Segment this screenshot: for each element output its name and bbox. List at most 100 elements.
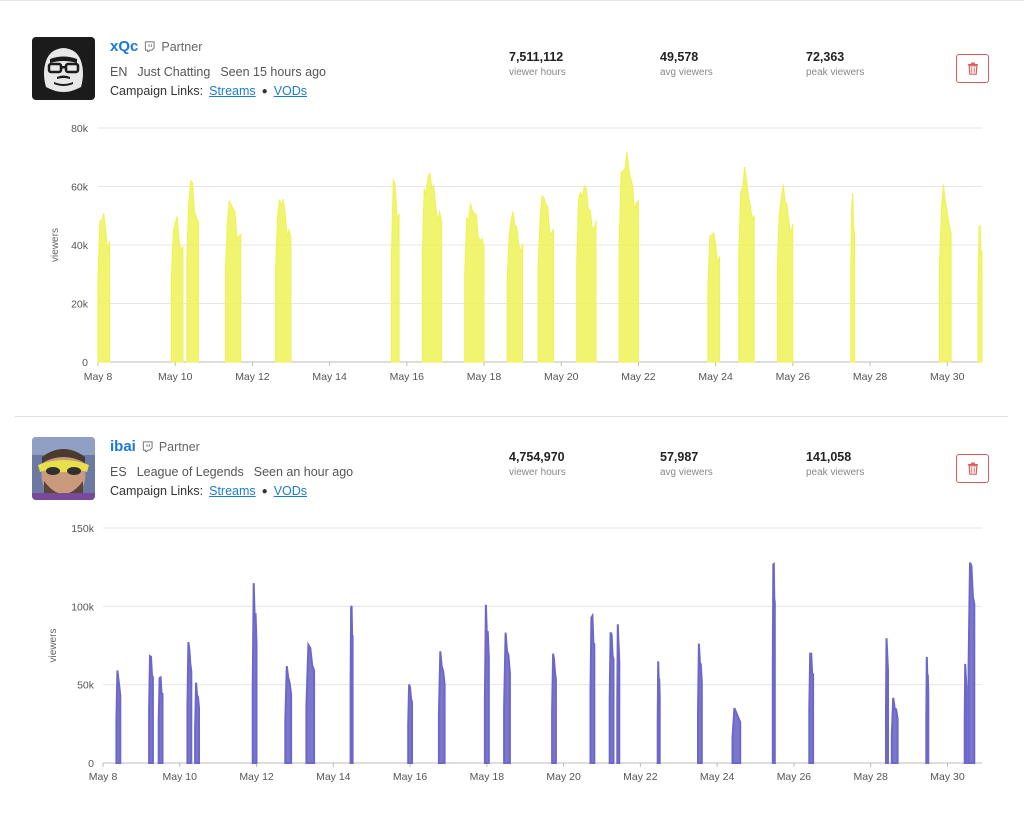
- stat-peak-viewers: 141,058 peak viewers: [806, 450, 864, 478]
- stat-value: 141,058: [806, 450, 852, 464]
- x-tick-label: May 18: [467, 371, 502, 383]
- stream-session-area[interactable]: [885, 638, 889, 764]
- campaign-links-label: Campaign Links:: [110, 84, 204, 98]
- x-tick-label: May 8: [89, 771, 118, 783]
- x-tick-label: May 8: [84, 371, 113, 383]
- stream-session-area[interactable]: [618, 151, 639, 363]
- stream-session-area[interactable]: [305, 641, 316, 764]
- stream-session-area[interactable]: [731, 707, 742, 764]
- stat-value: 57,987: [660, 450, 699, 464]
- stream-session-area[interactable]: [349, 605, 354, 764]
- stream-session-area[interactable]: [97, 213, 111, 363]
- stream-session-area[interactable]: [977, 224, 983, 363]
- stream-session-area[interactable]: [776, 184, 794, 363]
- panel-divider: [15, 416, 1008, 417]
- stream-session-area[interactable]: [589, 612, 596, 764]
- stat-value: 49,578: [660, 50, 699, 64]
- delete-button[interactable]: [956, 54, 989, 83]
- stat-label: peak viewers: [806, 67, 865, 78]
- stream-session-area[interactable]: [551, 653, 557, 764]
- stat-label: viewer hours: [509, 67, 566, 78]
- stream-session-area[interactable]: [148, 654, 154, 764]
- stream-session-area[interactable]: [608, 632, 615, 764]
- stream-session-area[interactable]: [939, 184, 952, 363]
- y-tick-label: 40k: [71, 240, 89, 252]
- streams-link[interactable]: Streams: [209, 84, 256, 98]
- streams-link[interactable]: Streams: [209, 484, 256, 498]
- y-tick-label: 100k: [71, 601, 95, 613]
- stream-session-area[interactable]: [808, 652, 815, 764]
- stream-session-area[interactable]: [771, 562, 776, 764]
- campaign-links: Campaign Links: Streams ● VODs: [110, 84, 307, 98]
- stat-value: 7,511,112: [509, 50, 564, 64]
- stream-session-area[interactable]: [275, 198, 292, 363]
- stat-viewer-hours: 4,754,970 viewer hours: [509, 450, 566, 478]
- stream-session-area[interactable]: [967, 562, 976, 764]
- stream-session-area[interactable]: [194, 682, 200, 764]
- trash-icon: [967, 62, 978, 75]
- separator-dot: ●: [261, 485, 268, 497]
- streamer-name[interactable]: xQc: [110, 38, 138, 55]
- y-tick-label: 150k: [71, 523, 95, 535]
- stream-session-area[interactable]: [506, 211, 524, 363]
- stream-session-area[interactable]: [707, 231, 720, 363]
- x-tick-label: May 24: [698, 371, 733, 383]
- name-row: ibai Partner: [110, 438, 200, 455]
- stream-session-area[interactable]: [503, 632, 511, 764]
- stream-session-area[interactable]: [437, 651, 446, 764]
- stat-avg-viewers: 57,987 avg viewers: [660, 450, 713, 478]
- y-tick-label: 50k: [77, 680, 95, 692]
- stream-session-area[interactable]: [186, 641, 193, 764]
- stream-session-area[interactable]: [925, 656, 930, 764]
- stream-session-area[interactable]: [251, 583, 258, 764]
- stream-session-area[interactable]: [963, 663, 968, 764]
- stream-session-area[interactable]: [738, 167, 755, 363]
- y-tick-label: 20k: [71, 299, 89, 311]
- stream-session-area[interactable]: [890, 697, 899, 764]
- partner-badge: Partner: [161, 39, 203, 54]
- y-tick-label: 0: [88, 758, 94, 770]
- delete-button[interactable]: [956, 454, 989, 483]
- x-tick-label: May 24: [700, 771, 735, 783]
- stream-session-area[interactable]: [537, 194, 554, 363]
- stream-session-area[interactable]: [407, 684, 413, 764]
- language: EN: [110, 65, 128, 79]
- stat-viewer-hours: 7,511,112 viewer hours: [509, 50, 566, 78]
- x-tick-label: May 28: [853, 771, 888, 783]
- vods-link[interactable]: VODs: [274, 84, 307, 98]
- x-tick-label: May 10: [158, 371, 193, 383]
- stream-session-area[interactable]: [390, 178, 400, 363]
- stream-session-area[interactable]: [483, 604, 490, 764]
- x-tick-label: May 10: [163, 771, 198, 783]
- stat-label: avg viewers: [660, 467, 713, 478]
- x-tick-label: May 28: [853, 371, 888, 383]
- stream-session-area[interactable]: [224, 199, 242, 363]
- stream-session-area[interactable]: [284, 665, 293, 764]
- stream-session-area[interactable]: [186, 179, 199, 363]
- stream-session-area[interactable]: [850, 192, 856, 363]
- name-row: xQc Partner: [110, 38, 202, 55]
- last-seen: Seen 15 hours ago: [220, 65, 326, 79]
- stream-session-area[interactable]: [170, 216, 184, 363]
- stream-session-area[interactable]: [697, 643, 703, 764]
- stream-session-area[interactable]: [656, 661, 661, 764]
- stream-session-area[interactable]: [576, 184, 597, 363]
- stream-session-area[interactable]: [616, 624, 621, 764]
- category: League of Legends: [136, 465, 244, 479]
- x-tick-label: May 12: [239, 771, 274, 783]
- stream-session-area[interactable]: [421, 171, 443, 363]
- x-tick-label: May 30: [930, 371, 965, 383]
- avatar-xqc[interactable]: [32, 37, 95, 100]
- x-tick-label: May 14: [312, 371, 347, 383]
- stream-session-area[interactable]: [157, 675, 164, 764]
- campaign-links-label: Campaign Links:: [110, 484, 204, 498]
- x-tick-label: May 16: [393, 771, 428, 783]
- x-tick-label: May 30: [930, 771, 965, 783]
- vods-link[interactable]: VODs: [274, 484, 307, 498]
- x-tick-label: May 26: [776, 371, 811, 383]
- avatar-ibai[interactable]: [32, 437, 95, 500]
- meta-row: EN Just Chatting Seen 15 hours ago: [110, 65, 326, 79]
- stream-session-area[interactable]: [464, 203, 485, 363]
- stream-session-area[interactable]: [115, 670, 122, 764]
- streamer-name[interactable]: ibai: [110, 438, 136, 455]
